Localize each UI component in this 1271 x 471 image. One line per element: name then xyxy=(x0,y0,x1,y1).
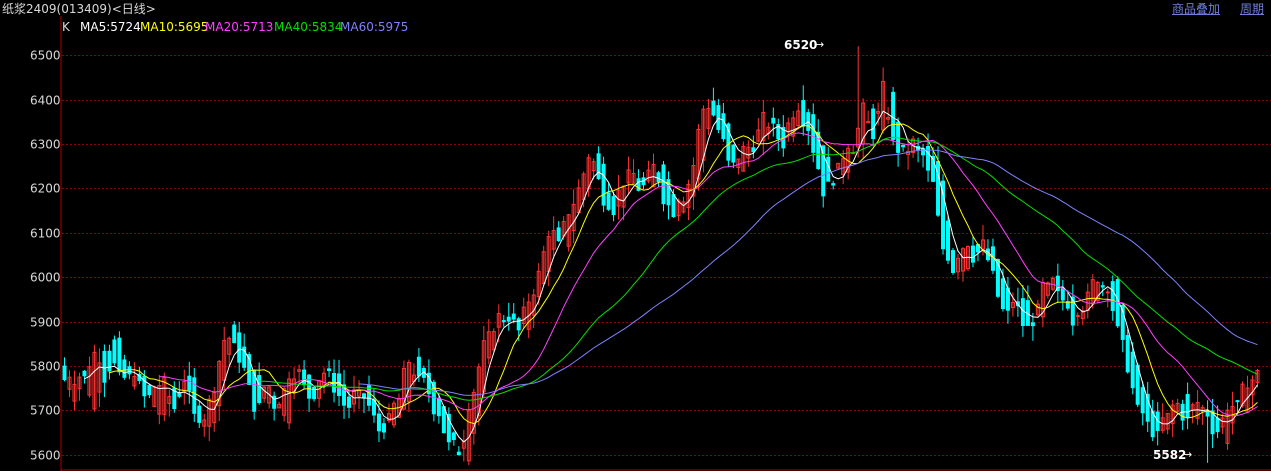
candle-down xyxy=(257,375,262,404)
candle-down xyxy=(1215,417,1220,433)
ma-legend-item: MA60:5975 xyxy=(340,20,408,34)
candle-down xyxy=(451,432,456,440)
candle-down xyxy=(1205,410,1210,417)
candle-down xyxy=(187,375,192,391)
candle-down xyxy=(107,350,112,372)
candle-down xyxy=(1100,285,1105,288)
candle-down xyxy=(112,339,117,364)
low-arrow-icon: → xyxy=(1183,448,1192,461)
candle-down xyxy=(901,144,906,148)
candle-down xyxy=(596,153,601,180)
candle-down xyxy=(1020,298,1025,327)
candle-down xyxy=(302,369,307,386)
candle-down xyxy=(506,316,511,322)
ma-legend-item: MA5:5724 xyxy=(80,20,141,34)
y-tick-label-6500: 6500 xyxy=(30,49,61,63)
candle-down xyxy=(661,164,666,205)
candle-down xyxy=(82,370,87,377)
y-tick-label-5800: 5800 xyxy=(30,360,61,374)
candle-down xyxy=(501,320,506,323)
candle-down xyxy=(511,313,516,320)
low-price-label: 5582 xyxy=(1153,448,1186,462)
candle-down xyxy=(122,359,127,378)
candle-down xyxy=(436,398,441,417)
candle-down xyxy=(1235,400,1240,403)
candle-down xyxy=(1140,387,1145,414)
candle-down xyxy=(556,227,561,242)
candle-down xyxy=(811,114,816,153)
candlestick-chart[interactable]: 5600 5700 5800 5900 6000 6100 6200 6300 6400 6500… xyxy=(0,16,1271,471)
ma-legend-item: MA40:5834 xyxy=(274,20,342,34)
candle-down xyxy=(307,374,312,399)
candle-down xyxy=(716,105,721,130)
candle-down xyxy=(347,396,352,408)
y-tick-label-6100: 6100 xyxy=(30,227,61,241)
candle-down xyxy=(970,245,975,263)
y-tick-label-6400: 6400 xyxy=(30,94,61,108)
ma-legend-item: MA10:5695 xyxy=(140,20,208,34)
candle-down xyxy=(232,324,237,344)
candle-down xyxy=(237,332,242,363)
y-tick-label-5700: 5700 xyxy=(30,404,61,418)
candle-down xyxy=(1030,322,1035,327)
candle-up xyxy=(1105,291,1110,294)
candle-up xyxy=(1075,315,1080,318)
overlay-commodity-link[interactable]: 商品叠加 xyxy=(1172,0,1220,17)
candle-down xyxy=(361,393,366,399)
chart-background xyxy=(0,16,1271,471)
title-bar: 纸浆2409(013409)<日线> 商品叠加 周期 xyxy=(0,0,1271,16)
period-link[interactable]: 周期 xyxy=(1240,0,1264,17)
candle-down xyxy=(611,196,616,216)
candle-down xyxy=(117,337,122,373)
instrument-title: 纸浆2409(013409)<日线> xyxy=(2,2,156,16)
candle-down xyxy=(1060,287,1065,301)
candle-down xyxy=(381,423,386,433)
y-tick-label-6000: 6000 xyxy=(30,271,61,285)
candle-down xyxy=(416,356,421,377)
candle-down xyxy=(197,405,202,423)
candle-down xyxy=(606,192,611,210)
candle-down xyxy=(62,365,67,381)
candle-down xyxy=(656,172,661,183)
candle-down xyxy=(771,117,776,124)
y-tick-label-5600: 5600 xyxy=(30,449,61,463)
legend-prefix: K xyxy=(62,20,71,34)
candle-down xyxy=(1185,393,1190,419)
candle-down xyxy=(711,100,716,116)
candle-down xyxy=(671,194,676,218)
ma-legend: K MA5:5724 MA10:5695MA20:5713 MA40:5834MA6… xyxy=(62,20,408,34)
candle-down xyxy=(731,144,736,163)
candle-down xyxy=(601,163,606,206)
candle-down xyxy=(831,183,836,186)
candle-down xyxy=(371,399,376,416)
candle-down xyxy=(376,413,381,432)
candle-down xyxy=(1110,281,1115,311)
y-tick-label-6200: 6200 xyxy=(30,182,61,196)
candle-down xyxy=(801,99,806,127)
candle-down xyxy=(147,385,152,396)
high-price-label: 6520 xyxy=(784,38,817,52)
candle-down xyxy=(1000,278,1005,310)
candle-down xyxy=(327,368,332,372)
y-tick-label-6300: 6300 xyxy=(30,138,61,152)
candle-down xyxy=(826,156,831,182)
candle-down xyxy=(891,91,896,140)
candle-down xyxy=(456,451,461,456)
candle-down xyxy=(102,350,107,383)
candle-down xyxy=(1130,351,1135,389)
y-tick-label-5900: 5900 xyxy=(30,316,61,330)
candle-down xyxy=(721,113,726,140)
candle-down xyxy=(871,108,876,140)
candle-down xyxy=(951,250,956,273)
candle-down xyxy=(1125,334,1130,373)
candle-down xyxy=(946,220,951,261)
high-arrow-icon: → xyxy=(815,38,824,51)
ma-legend-item: MA20:5713 xyxy=(205,20,273,34)
